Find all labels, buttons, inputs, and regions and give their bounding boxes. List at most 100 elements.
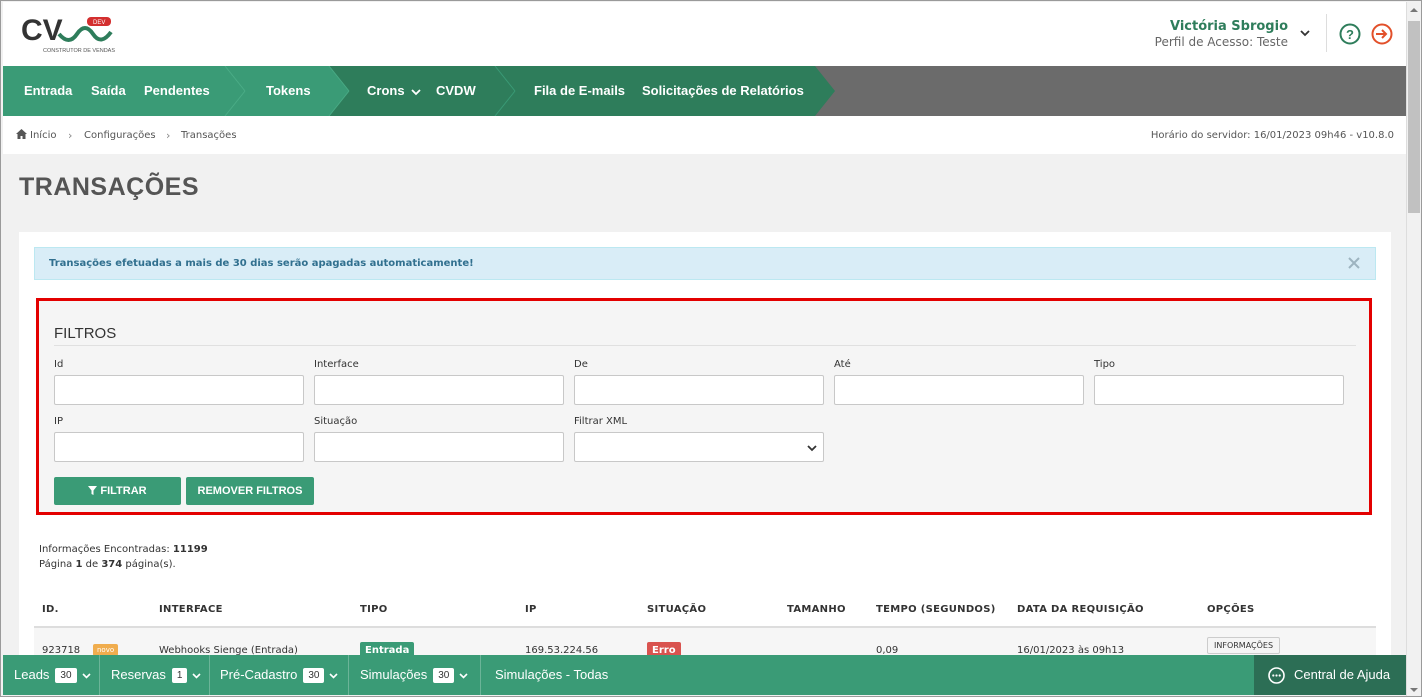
bottom-pre-cadastro-label: Pré-Cadastro	[220, 667, 298, 682]
user-menu[interactable]: Victória Sbrogio Perfil de Acesso: Teste	[1155, 19, 1288, 49]
bottom-divider	[480, 655, 481, 695]
col-situacao[interactable]: SITUAÇÃO	[647, 604, 706, 615]
scrollbar-thumb[interactable]	[1408, 21, 1420, 213]
situacao-input[interactable]	[314, 432, 564, 462]
nav-pendentes[interactable]: Pendentes	[144, 66, 210, 116]
home-icon	[16, 129, 27, 139]
svg-text:CONSTRUTOR DE VENDAS: CONSTRUTOR DE VENDAS	[43, 48, 115, 54]
header-divider	[1326, 14, 1327, 52]
chevron-down-icon	[81, 673, 91, 679]
ip-label: IP	[54, 416, 63, 427]
filters-section: FILTROS Id Interface De Até Tipo IP Situ…	[36, 298, 1372, 515]
bottom-simulacoes-label: Simulações	[360, 667, 428, 682]
de-label: De	[574, 359, 588, 370]
page-title: TRANSAÇÕES	[19, 173, 200, 201]
logout-icon[interactable]	[1371, 23, 1393, 45]
chevron-down-icon	[411, 88, 421, 95]
breadcrumb-configuracoes[interactable]: Configurações	[84, 130, 156, 141]
page-label: Página	[39, 559, 73, 570]
browser-viewport: CV DEV CONSTRUTOR DE VENDAS Victória Sbr…	[0, 0, 1422, 697]
cv-logo[interactable]: CV DEV CONSTRUTOR DE VENDAS	[21, 14, 121, 56]
pre-cadastro-count: 30	[303, 668, 325, 684]
close-icon[interactable]	[1347, 256, 1361, 270]
col-data[interactable]: DATA DA REQUISIÇÃO	[1017, 604, 1144, 615]
ip-input[interactable]	[54, 432, 304, 462]
bottom-divider	[348, 655, 349, 695]
page-suffix: página(s).	[125, 559, 176, 570]
nav-solicitacoes-relatorios[interactable]: Solicitações de Relatórios	[642, 66, 804, 116]
breadcrumb-separator: ›	[68, 129, 73, 142]
reservas-count: 1	[171, 668, 188, 684]
nav-saida[interactable]: Saída	[91, 66, 126, 116]
col-ip[interactable]: IP	[525, 604, 537, 615]
nav-crons[interactable]: Crons	[367, 66, 421, 116]
filtrar-xml-label: Filtrar XML	[574, 416, 628, 427]
bottom-divider	[99, 655, 100, 695]
col-opcoes: OPÇÕES	[1207, 604, 1255, 615]
col-tamanho[interactable]: TAMANHO	[787, 604, 846, 615]
page-of: de	[85, 559, 99, 570]
help-icon[interactable]: ?	[1339, 23, 1361, 45]
chat-icon	[1268, 667, 1285, 684]
remove-filters-button[interactable]: REMOVER FILTROS	[186, 477, 314, 505]
page-current: 1	[75, 559, 83, 570]
page-total: 374	[101, 559, 123, 570]
bottom-reservas[interactable]: Reservas 1	[111, 655, 202, 695]
filters-divider	[54, 345, 1356, 346]
breadcrumb-current: Transações	[181, 130, 237, 141]
main-nav: Entrada Saída Pendentes Tokens Crons CVD…	[3, 66, 1406, 116]
tipo-input[interactable]	[1094, 375, 1344, 405]
filter-button-label: FILTRAR	[100, 485, 147, 497]
table-header: ID. INTERFACE TIPO IP SITUAÇÃO TAMANHO T…	[34, 594, 1376, 628]
results-count-value: 11199	[172, 544, 208, 555]
filters-title: FILTROS	[54, 325, 117, 342]
bottom-leads-label: Leads	[14, 667, 50, 682]
nav-tokens[interactable]: Tokens	[266, 66, 311, 116]
help-center-button[interactable]: Central de Ajuda	[1254, 655, 1406, 695]
nav-entrada[interactable]: Entrada	[24, 66, 72, 116]
results-count: Informações Encontradas: 11199	[39, 544, 208, 555]
interface-input[interactable]	[314, 375, 564, 405]
nav-cvdw[interactable]: CVDW	[436, 66, 476, 116]
user-profile: Perfil de Acesso: Teste	[1154, 35, 1288, 49]
bottom-simulacoes-todas[interactable]: Simulações - Todas	[495, 655, 608, 695]
filter-button[interactable]: FILTRAR	[54, 477, 181, 505]
chevron-down-icon	[807, 445, 817, 452]
user-name: Victória Sbrogio	[1169, 19, 1288, 34]
situacao-label: Situação	[314, 416, 358, 427]
bottom-leads[interactable]: Leads 30	[14, 655, 91, 695]
scroll-down-arrow-icon[interactable]	[1410, 686, 1418, 694]
simulacoes-count: 30	[433, 668, 455, 684]
de-input[interactable]	[574, 375, 824, 405]
id-input[interactable]	[54, 375, 304, 405]
top-header: CV DEV CONSTRUTOR DE VENDAS Victória Sbr…	[3, 2, 1406, 66]
col-interface[interactable]: INTERFACE	[159, 604, 223, 615]
svg-text:?: ?	[1346, 27, 1354, 42]
filtrar-xml-select[interactable]	[574, 432, 824, 462]
svg-text:CV: CV	[21, 14, 63, 47]
bottom-simulacoes[interactable]: Simulações 30	[360, 655, 468, 695]
scroll-up-arrow-icon[interactable]	[1410, 6, 1418, 14]
ate-input[interactable]	[834, 375, 1084, 405]
info-button[interactable]: INFORMAÇÕES	[1207, 637, 1281, 654]
bottom-divider	[209, 655, 210, 695]
bottom-pre-cadastro[interactable]: Pré-Cadastro 30	[220, 655, 339, 695]
bottom-reservas-label: Reservas	[111, 667, 166, 682]
breadcrumb: Início › Configurações › Transações Horá…	[3, 116, 1406, 154]
col-id[interactable]: ID.	[42, 604, 59, 615]
breadcrumb-home[interactable]: Início	[30, 130, 56, 141]
col-tipo[interactable]: TIPO	[360, 604, 388, 615]
tipo-label: Tipo	[1094, 359, 1116, 370]
interface-label: Interface	[314, 359, 359, 370]
nav-fila-emails[interactable]: Fila de E-mails	[534, 66, 625, 116]
col-tempo[interactable]: TEMPO (SEGUNDOS)	[876, 604, 996, 615]
chevron-down-icon	[192, 673, 202, 679]
pagination-info: Página 1 de 374 página(s).	[39, 559, 176, 570]
chevron-down-icon	[329, 673, 339, 679]
alert-text: Transações efetuadas a mais de 30 dias s…	[49, 258, 474, 269]
leads-count: 30	[55, 668, 77, 684]
info-alert: Transações efetuadas a mais de 30 dias s…	[34, 247, 1376, 280]
chevron-down-icon[interactable]	[1298, 26, 1312, 40]
ate-label: Até	[834, 359, 851, 370]
content-panel: Transações efetuadas a mais de 30 dias s…	[19, 232, 1391, 662]
